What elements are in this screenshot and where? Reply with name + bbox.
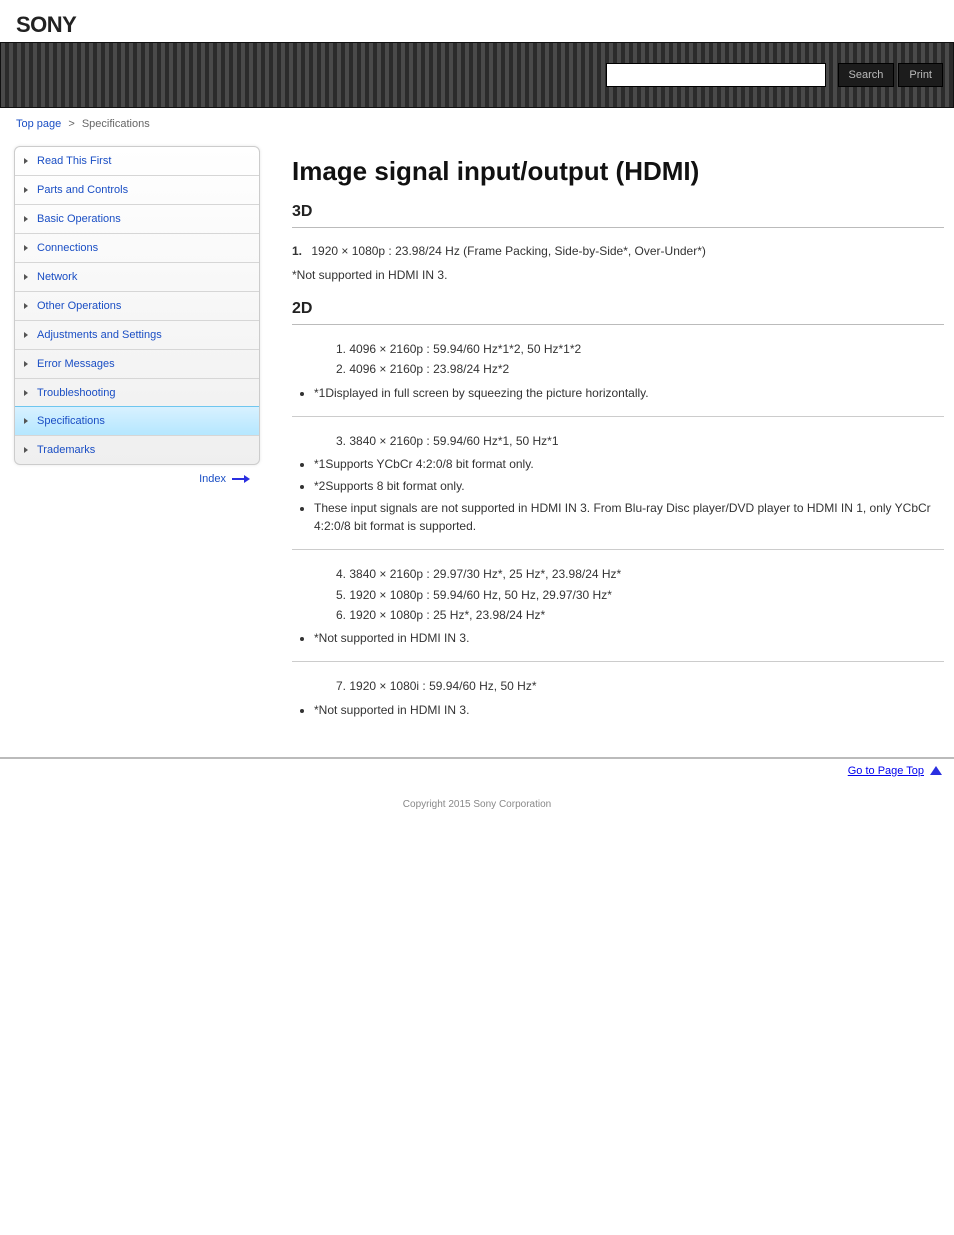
section-divider [292, 324, 944, 325]
sidebar-item-connections[interactable]: Connections [15, 233, 259, 262]
spec-text: 4096 × 2160p : 59.94/60 Hz*1*2, 50 Hz*1*… [349, 342, 581, 356]
spec-line: 1. 1920 × 1080p : 23.98/24 Hz (Frame Pac… [292, 242, 944, 260]
spec-line: 2. 4096 × 2160p : 23.98/24 Hz*2 [336, 359, 944, 379]
section-divider [292, 227, 944, 228]
sidebar-item-label: Error Messages [37, 358, 115, 370]
note-list: *Not supported in HDMI IN 3. [292, 701, 944, 719]
spec-line: 7. 1920 × 1080i : 59.94/60 Hz, 50 Hz* [336, 676, 944, 696]
page-title: Image signal input/output (HDMI) [292, 156, 944, 187]
sidebar-item-basic-operations[interactable]: Basic Operations [15, 204, 259, 233]
spec-block: 7. 1920 × 1080i : 59.94/60 Hz, 50 Hz* [292, 676, 944, 696]
note-item: *2Supports 8 bit format only. [314, 477, 944, 495]
note-list: *1Displayed in full screen by squeezing … [292, 384, 944, 402]
sidebar-item-other-operations[interactable]: Other Operations [15, 291, 259, 320]
copyright: Copyright 2015 Sony Corporation [0, 783, 954, 826]
thin-divider [292, 549, 944, 550]
sidebar-item-read-this-first[interactable]: Read This First [15, 147, 259, 175]
triangle-up-icon [930, 766, 942, 775]
sidebar-item-specifications[interactable]: Specifications [14, 406, 260, 436]
thin-divider [292, 661, 944, 662]
breadcrumb-top-link[interactable]: Top page [16, 118, 61, 130]
sidebar-item-label: Other Operations [37, 300, 121, 312]
sidebar-item-adjustments-and-settings[interactable]: Adjustments and Settings [15, 320, 259, 349]
sidebar-item-error-messages[interactable]: Error Messages [15, 349, 259, 378]
sidebar-item-troubleshooting[interactable]: Troubleshooting [15, 378, 259, 407]
spec-number: 1. [336, 342, 346, 356]
spec-text: 1920 × 1080p : 25 Hz*, 23.98/24 Hz* [349, 608, 545, 622]
breadcrumb-current: Specifications [82, 118, 150, 130]
arrow-right-icon [232, 475, 250, 483]
spec-text: 1920 × 1080i : 59.94/60 Hz, 50 Hz* [349, 679, 536, 693]
main-content: Image signal input/output (HDMI) 3D 1. 1… [260, 146, 954, 727]
sidebar-item-label: Parts and Controls [37, 184, 128, 196]
spec-text: 4096 × 2160p : 23.98/24 Hz*2 [349, 362, 509, 376]
spec-text: 3840 × 2160p : 29.97/30 Hz*, 25 Hz*, 23.… [349, 567, 621, 581]
print-button[interactable]: Print [898, 63, 943, 87]
spec-block: 4. 3840 × 2160p : 29.97/30 Hz*, 25 Hz*, … [292, 564, 944, 625]
note-list: *1Supports YCbCr 4:2:0/8 bit format only… [292, 455, 944, 535]
sidebar-item-label: Trademarks [37, 444, 95, 456]
spec-text: 1920 × 1080p : 23.98/24 Hz (Frame Packin… [311, 244, 706, 258]
search-button[interactable]: Search [838, 63, 895, 87]
sidebar-item-label: Connections [37, 242, 98, 254]
section-heading-2d: 2D [292, 300, 944, 318]
spec-number: 7. [336, 679, 346, 693]
note-item: *Not supported in HDMI IN 3. [314, 701, 944, 719]
spec-line: 1. 4096 × 2160p : 59.94/60 Hz*1*2, 50 Hz… [336, 339, 944, 359]
spec-number: 4. [336, 567, 346, 581]
go-to-top-link[interactable]: Go to Page Top [848, 765, 924, 777]
sidebar-item-network[interactable]: Network [15, 262, 259, 291]
section-heading-3d: 3D [292, 203, 944, 221]
sidebar: Read This First Parts and Controls Basic… [14, 146, 260, 727]
sidebar-item-label: Adjustments and Settings [37, 329, 162, 341]
spec-block: 3. 3840 × 2160p : 59.94/60 Hz*1, 50 Hz*1 [292, 431, 944, 451]
note-item: These input signals are not supported in… [314, 499, 944, 535]
spec-block: 1. 4096 × 2160p : 59.94/60 Hz*1*2, 50 Hz… [292, 339, 944, 380]
spec-number: 3. [336, 434, 346, 448]
nav-banner: Search Print [0, 42, 954, 108]
spec-note: *Not supported in HDMI IN 3. [292, 266, 944, 284]
index-link-row: Index [14, 465, 260, 493]
spec-number: 6. [336, 608, 346, 622]
spec-line: 6. 1920 × 1080p : 25 Hz*, 23.98/24 Hz* [336, 605, 944, 625]
spec-line: 4. 3840 × 2160p : 29.97/30 Hz*, 25 Hz*, … [336, 564, 944, 584]
sidebar-item-label: Specifications [37, 415, 105, 427]
sidebar-item-trademarks[interactable]: Trademarks [15, 435, 259, 464]
spec-line: 3. 3840 × 2160p : 59.94/60 Hz*1, 50 Hz*1 [336, 431, 944, 451]
spec-text: 1920 × 1080p : 59.94/60 Hz, 50 Hz, 29.97… [349, 588, 612, 602]
sidebar-item-label: Read This First [37, 155, 111, 167]
note-item: *1Displayed in full screen by squeezing … [314, 384, 944, 402]
footer-bar: Go to Page Top [0, 757, 954, 783]
logo-bar: SONY [0, 0, 954, 42]
search-input[interactable] [606, 63, 826, 87]
spec-number: 1. [292, 244, 302, 258]
note-list: *Not supported in HDMI IN 3. [292, 629, 944, 647]
sidebar-item-label: Basic Operations [37, 213, 121, 225]
sidebar-menu: Read This First Parts and Controls Basic… [14, 146, 260, 465]
breadcrumb-separator: > [68, 118, 74, 130]
brand-logo: SONY [16, 12, 76, 37]
thin-divider [292, 416, 944, 417]
spec-number: 2. [336, 362, 346, 376]
breadcrumb: Top page > Specifications [0, 108, 954, 140]
spec-text: 3840 × 2160p : 59.94/60 Hz*1, 50 Hz*1 [349, 434, 558, 448]
spec-number: 5. [336, 588, 346, 602]
note-item: *1Supports YCbCr 4:2:0/8 bit format only… [314, 455, 944, 473]
spec-line: 5. 1920 × 1080p : 59.94/60 Hz, 50 Hz, 29… [336, 585, 944, 605]
note-item: *Not supported in HDMI IN 3. [314, 629, 944, 647]
sidebar-item-parts-and-controls[interactable]: Parts and Controls [15, 175, 259, 204]
sidebar-item-label: Troubleshooting [37, 387, 115, 399]
sidebar-item-label: Network [37, 271, 77, 283]
index-link[interactable]: Index [199, 473, 226, 485]
